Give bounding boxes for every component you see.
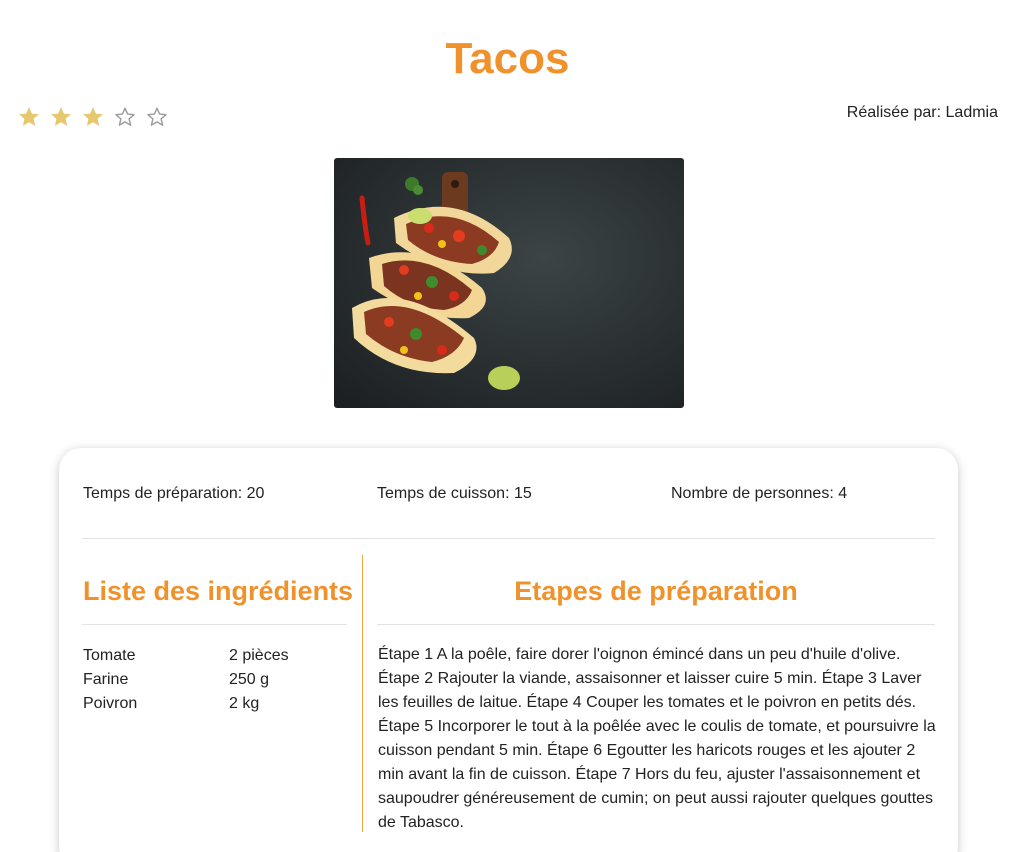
cook-time: Temps de cuisson: 15 [377,485,532,502]
ingredient-name: Farine [83,671,129,688]
steps-title: Etapes de préparation [514,576,798,606]
rating-stars[interactable] [17,105,169,129]
divider [377,624,935,625]
star-icon[interactable] [49,105,73,129]
star-icon[interactable] [81,105,105,129]
ingredient-name: Tomate [83,647,136,664]
recipe-card: Temps de préparation: 20 Temps de cuisso… [59,448,958,852]
star-icon[interactable] [17,105,41,129]
ingredient-name: Poivron [83,695,138,712]
ingredient-qty: 250 g [229,671,270,688]
steps-text: Étape 1 A la poêle, faire dorer l'oignon… [378,646,936,831]
recipe-title: Tacos [445,34,570,83]
column-divider [362,555,363,832]
star-outline-icon[interactable] [113,105,137,129]
star-outline-icon[interactable] [145,105,169,129]
ingredient-qty: 2 pièces [229,647,289,664]
servings: Nombre de personnes: 4 [671,485,848,502]
divider [82,538,935,539]
list-item: Farine 250 g [83,668,343,692]
ingredients-title: Liste des ingrédients [83,576,354,606]
ingredient-qty: 2 kg [229,695,260,712]
prep-time: Temps de préparation: 20 [83,485,265,502]
author-label: Réalisée par: Ladmia [846,104,998,121]
divider [82,624,347,625]
list-item: Tomate 2 pièces [83,644,343,668]
list-item: Poivron 2 kg [83,692,343,716]
ingredients-list: Tomate 2 pièces Farine 250 g Poivron 2 k… [83,644,343,716]
recipe-meta: Temps de préparation: 20 Temps de cuisso… [83,485,943,505]
tacos-photo [334,158,684,408]
